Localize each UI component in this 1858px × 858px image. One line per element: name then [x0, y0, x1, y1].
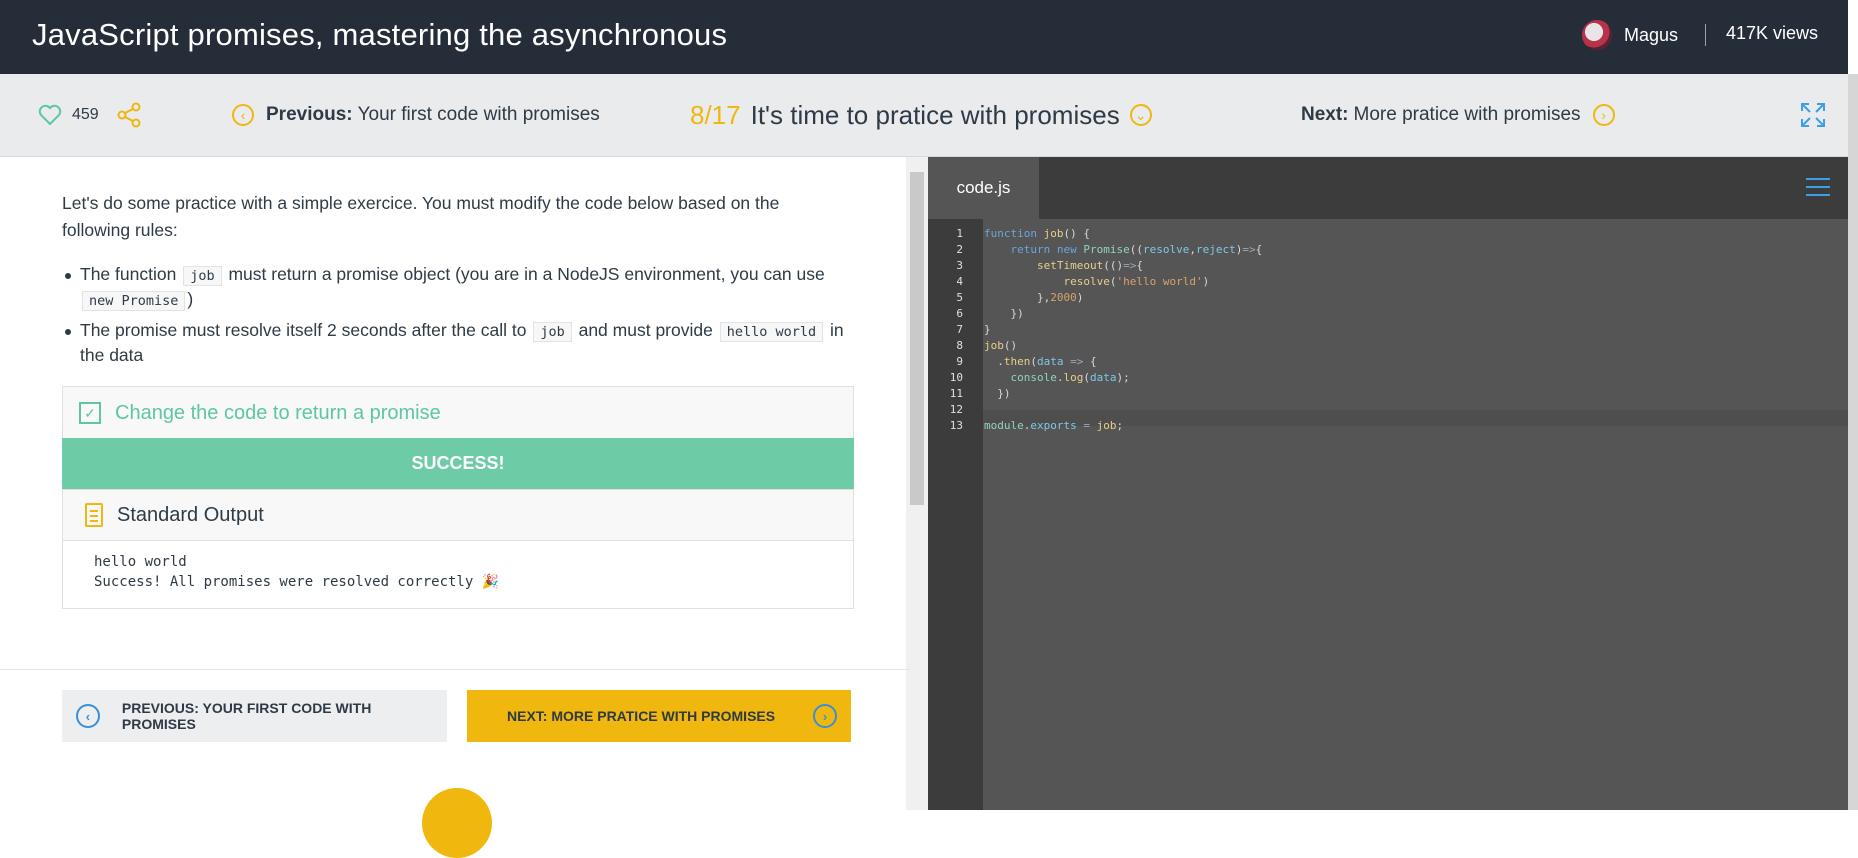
code-line[interactable]: }: [984, 322, 991, 338]
line-number: 8: [956, 339, 963, 352]
tab-code-js[interactable]: code.js: [928, 157, 1039, 219]
inline-code: hello world: [719, 322, 824, 342]
previous-lesson-link[interactable]: ‹ Previous: Your first code with promise…: [232, 74, 600, 156]
page-scrollbar[interactable]: [1848, 74, 1858, 810]
code-line[interactable]: }): [984, 306, 1023, 322]
prev-title[interactable]: Your first code with promises: [358, 104, 600, 126]
code-line[interactable]: console.log(data);: [984, 370, 1130, 386]
code-line[interactable]: .then(data => {: [984, 354, 1096, 370]
lesson-selector[interactable]: 8/17 It's time to pratice with promises …: [690, 74, 1152, 156]
line-number: 13: [949, 419, 963, 432]
clipboard-icon: [85, 503, 103, 527]
previous-lesson-button[interactable]: ‹ PREVIOUS: YOUR FIRST CODE WITH PROMISE…: [62, 690, 447, 742]
line-number: 7: [956, 323, 963, 336]
like-count: 459: [72, 106, 99, 123]
next-title[interactable]: More pratice with promises: [1354, 104, 1581, 126]
code-line[interactable]: resolve('hello world'): [984, 274, 1209, 290]
avatar[interactable]: [1581, 20, 1612, 50]
code-editor[interactable]: code.js 1 2 3 4 5 6 7 8 9 10 11 12 13 fu…: [928, 157, 1848, 810]
code-line[interactable]: module.exports = job;: [984, 418, 1123, 434]
rules-list: The function job must return a promise o…: [62, 263, 852, 373]
code-line[interactable]: },2000): [984, 290, 1083, 306]
next-button-label[interactable]: NEXT: MORE PRATICE WITH PROMISES: [507, 708, 775, 724]
chevron-down-icon[interactable]: ⌄: [1129, 104, 1152, 126]
code-line[interactable]: return new Promise((resolve,reject)=>{: [984, 242, 1263, 258]
stdout-header: Standard Output: [62, 489, 854, 541]
code-line[interactable]: setTimeout(()=>{: [984, 258, 1143, 274]
line-number: 4: [956, 275, 963, 288]
menu-icon[interactable]: [1806, 178, 1830, 196]
line-number: 6: [956, 307, 963, 320]
header-divider: [1705, 24, 1706, 46]
rule-text: must return a promise object (you are in…: [228, 264, 825, 284]
inline-code: job: [183, 266, 222, 286]
list-item: The function job must return a promise o…: [62, 263, 852, 313]
line-number: 9: [956, 355, 963, 368]
next-lesson-button[interactable]: NEXT: MORE PRATICE WITH PROMISES ›: [467, 690, 851, 742]
fullscreen-button[interactable]: [1800, 74, 1826, 156]
page-title: JavaScript promises, mastering the async…: [32, 17, 728, 52]
share-button[interactable]: [116, 74, 142, 156]
line-number: 11: [949, 387, 963, 400]
code-line[interactable]: function job() {: [984, 226, 1090, 242]
task-item: ✓ Change the code to return a promise: [62, 386, 854, 440]
stdout-output: hello world Success! All promises were r…: [62, 540, 854, 609]
next-label[interactable]: Next:: [1301, 104, 1349, 126]
stdout-line: hello world: [94, 554, 187, 570]
scroll-indicator[interactable]: [422, 788, 492, 858]
lesson-intro: Let's do some practice with a simple exe…: [62, 193, 780, 240]
author-name[interactable]: Magus: [1624, 25, 1678, 46]
content-scrollbar-thumb[interactable]: [910, 172, 924, 505]
step-counter: 8/17: [690, 99, 741, 130]
lesson-navbar: 459 ‹ Previous: Your first code with pro…: [0, 74, 1848, 157]
prev-button-label[interactable]: PREVIOUS: YOUR FIRST CODE WITH PROMISES: [122, 700, 447, 732]
line-number: 3: [956, 259, 963, 272]
rule-text: The function: [80, 264, 177, 284]
code-line[interactable]: }): [984, 386, 1010, 402]
line-number: 10: [949, 371, 963, 384]
prev-label[interactable]: Previous:: [266, 104, 353, 126]
chevron-left-icon[interactable]: ‹: [232, 104, 254, 126]
chevron-right-icon[interactable]: ›: [813, 704, 837, 728]
share-icon[interactable]: [116, 102, 142, 128]
lesson-title[interactable]: It's time to pratice with promises: [751, 100, 1120, 131]
heart-icon[interactable]: [38, 104, 62, 126]
code-line[interactable]: [984, 402, 991, 418]
rule-text: ): [187, 289, 194, 309]
chevron-left-icon[interactable]: ‹: [76, 704, 100, 728]
author-link[interactable]: Magus: [1581, 20, 1678, 50]
line-number: 12: [949, 403, 963, 416]
expand-icon[interactable]: [1800, 102, 1826, 128]
next-lesson-link[interactable]: Next: More pratice with promises ›: [1301, 74, 1615, 156]
rule-text: and must provide: [578, 320, 713, 340]
view-count: 417K views: [1725, 23, 1818, 43]
editor-tabbar: code.js: [928, 157, 1848, 219]
chevron-right-icon[interactable]: ›: [1592, 104, 1615, 126]
top-header: JavaScript promises, mastering the async…: [0, 0, 1848, 74]
list-item: The promise must resolve itself 2 second…: [62, 319, 852, 367]
stdout-line: Success! All promises were resolved corr…: [94, 574, 500, 590]
inline-code: job: [533, 322, 572, 342]
code-line[interactable]: job(): [984, 338, 1017, 354]
task-label: Change the code to return a promise: [115, 401, 441, 424]
success-banner: SUCCESS!: [62, 438, 854, 489]
line-number: 2: [956, 243, 963, 256]
checkbox-icon: ✓: [79, 402, 101, 424]
line-number: 5: [956, 291, 963, 304]
line-number: 1: [956, 227, 963, 240]
like-button[interactable]: 459: [38, 74, 99, 156]
stdout-title: Standard Output: [117, 503, 264, 526]
divider: [0, 669, 910, 670]
rule-text: The promise must resolve itself 2 second…: [80, 320, 527, 340]
inline-code: new Promise: [82, 291, 186, 311]
